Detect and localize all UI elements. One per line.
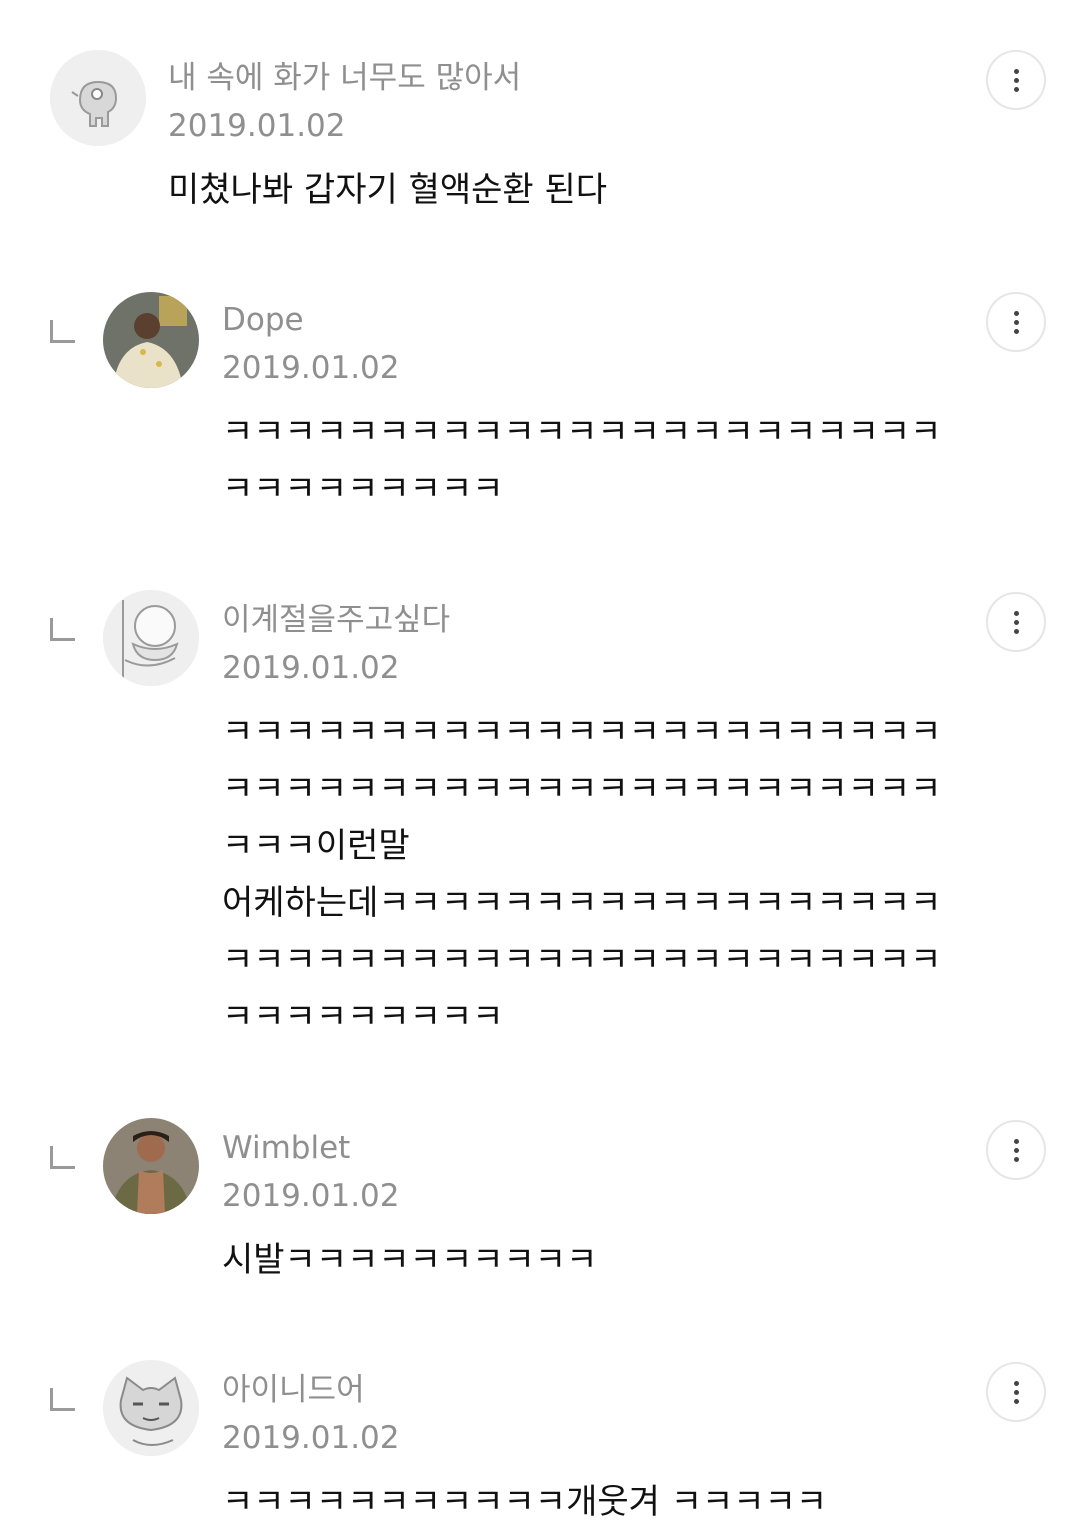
reply-indicator-icon [50,1388,75,1411]
comment-author[interactable]: 아이니드어 [222,1370,365,1410]
avatar[interactable] [50,50,146,146]
more-dots-icon [1013,1380,1019,1386]
comment-text: 미쳤나봐 갑자기 혈액순환 된다 [168,162,607,219]
comment-date: 2019.01.02 [168,108,346,144]
comment-line: ㅋㅋㅋㅋㅋㅋㅋㅋㅋ [222,997,504,1037]
more-options-button[interactable] [986,1362,1046,1422]
comment-line: 미쳤나봐 갑자기 혈액순환 된다 [168,170,608,210]
comment-line: 시발ㅋㅋㅋㅋㅋㅋㅋㅋㅋㅋ [222,1240,598,1280]
reply-indicator-icon [50,1146,75,1169]
comment-text: ㅋㅋㅋㅋㅋㅋㅋㅋㅋㅋㅋㅋㅋㅋㅋㅋㅋㅋㅋㅋㅋㅋㅋ ㅋㅋㅋㅋㅋㅋㅋㅋㅋ [222,404,941,518]
person-photo-avatar-icon [103,292,199,388]
comment-line: ㅋㅋㅋㅋㅋㅋㅋㅋㅋ [222,469,504,509]
avatar[interactable] [103,292,199,388]
reply-comment: Wimblet 2019.01.02 시발ㅋㅋㅋㅋㅋㅋㅋㅋㅋㅋ [0,1088,1076,1328]
comment-author[interactable]: Wimblet [222,1128,350,1168]
cartoon-cat-avatar-icon [103,1360,199,1456]
comment-date: 2019.01.02 [222,1420,400,1456]
comment-line: ㅋㅋㅋㅋㅋㅋㅋㅋㅋㅋㅋㅋㅋㅋㅋㅋㅋㅋㅋㅋㅋㅋㅋ [222,412,942,452]
comment-date: 2019.01.02 [222,350,400,386]
avatar[interactable] [103,1118,199,1214]
more-dots-icon [1013,310,1019,316]
more-options-button[interactable] [986,50,1046,110]
comment-line: ㅋㅋㅋ이런말 [222,826,410,866]
comment-text: 시발ㅋㅋㅋㅋㅋㅋㅋㅋㅋㅋ [222,1232,597,1289]
more-options-button[interactable] [986,1120,1046,1180]
comment-date: 2019.01.02 [222,1178,400,1214]
comment-text: ㅋㅋㅋㅋㅋㅋㅋㅋㅋㅋㅋㅋㅋㅋㅋㅋㅋㅋㅋㅋㅋㅋㅋ ㅋㅋㅋㅋㅋㅋㅋㅋㅋㅋㅋㅋㅋㅋㅋㅋ… [222,704,941,1046]
comment-text: ㅋㅋㅋㅋㅋㅋㅋㅋㅋㅋㅋ개웃겨 ㅋㅋㅋㅋㅋ [222,1474,827,1531]
reply-indicator-icon [50,320,75,343]
person-photo-avatar-icon [103,1118,199,1214]
comment-line: ㅋㅋㅋㅋㅋㅋㅋㅋㅋㅋㅋㅋㅋㅋㅋㅋㅋㅋㅋㅋㅋㅋㅋ [222,769,942,809]
reply-comment: 이계절을주고싶다 2019.01.02 ㅋㅋㅋㅋㅋㅋㅋㅋㅋㅋㅋㅋㅋㅋㅋㅋㅋㅋㅋㅋ… [0,560,1076,1088]
cartoon-creature-avatar-icon [50,50,146,146]
reply-comment: Dope 2019.01.02 ㅋㅋㅋㅋㅋㅋㅋㅋㅋㅋㅋㅋㅋㅋㅋㅋㅋㅋㅋㅋㅋㅋㅋ … [0,260,1076,560]
comment: 내 속에 화가 너무도 많아서 2019.01.02 미쳤나봐 갑자기 혈액순환… [0,0,1076,260]
cartoon-duck-avatar-icon [103,590,199,686]
more-dots-icon [1013,610,1019,616]
more-dots-icon [1013,1138,1019,1144]
comment-line: ㅋㅋㅋㅋㅋㅋㅋㅋㅋㅋㅋㅋㅋㅋㅋㅋㅋㅋㅋㅋㅋㅋㅋ [222,940,942,980]
reply-comment: 아이니드어 2019.01.02 ㅋㅋㅋㅋㅋㅋㅋㅋㅋㅋㅋ개웃겨 ㅋㅋㅋㅋㅋ [0,1330,1076,1533]
more-options-button[interactable] [986,292,1046,352]
reply-indicator-icon [50,618,75,641]
more-dots-icon [1013,68,1019,74]
comment-date: 2019.01.02 [222,650,400,686]
avatar[interactable] [103,590,199,686]
comment-line: 어케하는데ㅋㅋㅋㅋㅋㅋㅋㅋㅋㅋㅋㅋㅋㅋㅋㅋㅋㅋ [222,883,942,923]
more-options-button[interactable] [986,592,1046,652]
comment-line: ㅋㅋㅋㅋㅋㅋㅋㅋㅋㅋㅋㅋㅋㅋㅋㅋㅋㅋㅋㅋㅋㅋㅋ [222,712,942,752]
avatar[interactable] [103,1360,199,1456]
comment-author[interactable]: 이계절을주고싶다 [222,600,450,640]
comment-author[interactable]: Dope [222,300,304,340]
comment-author[interactable]: 내 속에 화가 너무도 많아서 [168,58,521,98]
comment-line: ㅋㅋㅋㅋㅋㅋㅋㅋㅋㅋㅋ개웃겨 ㅋㅋㅋㅋㅋ [222,1482,828,1522]
